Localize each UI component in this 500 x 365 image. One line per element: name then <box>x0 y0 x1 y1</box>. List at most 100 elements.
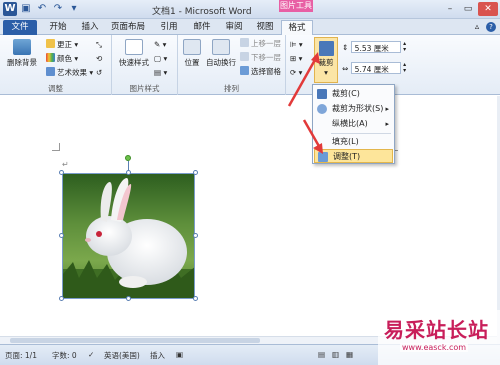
ribbon-minimize-icon[interactable]: ▵ <box>470 20 484 35</box>
close-icon[interactable]: ✕ <box>478 2 498 16</box>
view-print-layout-icon[interactable]: ▤ <box>318 350 325 359</box>
resize-handle[interactable] <box>59 233 64 238</box>
view-web-icon[interactable]: ▦ <box>346 350 353 359</box>
corrections-button[interactable]: 更正 ▾ <box>46 39 78 51</box>
resize-handle[interactable] <box>193 233 198 238</box>
watermark-url: www.easck.com <box>400 343 469 352</box>
picture-styles-group-label: 图片样式 <box>129 84 160 93</box>
redo-icon[interactable]: ↷ <box>52 3 64 15</box>
selection-pane-icon <box>240 66 249 75</box>
word-logo-icon[interactable]: W <box>3 2 17 16</box>
submenu-arrow-icon: ▸ <box>385 105 389 113</box>
language-indicator[interactable]: 英语(美国) <box>104 350 140 361</box>
menu-item-crop-to-shape[interactable]: 裁剪为形状(S) ▸ <box>314 102 393 116</box>
picture-layout-icon[interactable]: ▤ ▾ <box>154 67 167 79</box>
resize-handle[interactable] <box>126 296 131 301</box>
minimize-icon[interactable]: – <box>442 2 458 16</box>
quick-access-toolbar: ▣ ↶ ↷ ▾ <box>20 3 80 15</box>
resize-handle[interactable] <box>59 170 64 175</box>
page-count[interactable]: 页面: 1/1 <box>5 350 37 361</box>
position-button[interactable]: 位置 <box>180 39 204 68</box>
qat-dropdown-icon[interactable]: ▾ <box>68 3 80 15</box>
quick-styles-button[interactable]: 快速样式 <box>118 39 150 68</box>
height-spinner[interactable]: ⇕ 5.53 厘米 ▴ ▾ <box>342 41 406 54</box>
menu-item-fill[interactable]: 填充(L) <box>314 135 393 149</box>
width-stepper-icon[interactable]: ▴ ▾ <box>403 62 406 74</box>
insert-mode[interactable]: 插入 <box>150 350 165 361</box>
tab-insert[interactable]: 插入 <box>76 20 104 35</box>
compress-pictures-icon[interactable]: ⤡ <box>96 39 102 51</box>
rotation-handle[interactable] <box>125 155 131 161</box>
crop-icon <box>318 41 334 56</box>
rabbit-picture[interactable] <box>62 173 195 299</box>
tab-review[interactable]: 审阅 <box>220 20 248 35</box>
width-icon: ⇔ <box>342 64 351 73</box>
fit-icon <box>318 152 328 162</box>
menu-item-crop[interactable]: 裁剪(C) <box>314 87 393 101</box>
adjust-group-label: 调整 <box>48 84 63 93</box>
arrange-group-label: 排列 <box>224 84 239 93</box>
resize-handle[interactable] <box>126 170 131 175</box>
width-input[interactable]: 5.74 厘米 <box>350 62 401 74</box>
menu-item-aspect-ratio[interactable]: 纵横比(A) ▸ <box>314 117 393 131</box>
proofing-icon[interactable]: ✓ <box>88 350 94 359</box>
remove-background-icon <box>13 39 31 55</box>
arrange-group: 位置 自动换行 上移一层 下移一层 选择窗格 排列 <box>178 35 286 95</box>
position-icon <box>183 39 201 55</box>
tab-view[interactable]: 视图 <box>251 20 279 35</box>
color-icon <box>46 53 55 62</box>
remove-background-button[interactable]: 删除背景 <box>4 39 40 68</box>
crop-icon <box>317 89 327 99</box>
tab-home[interactable]: 开始 <box>44 20 72 35</box>
height-input[interactable]: 5.53 厘米 <box>350 41 401 53</box>
group-icon[interactable]: ⊞ ▾ <box>290 53 302 65</box>
tab-file[interactable]: 文件 <box>3 20 37 35</box>
save-icon[interactable]: ▣ <box>20 3 32 15</box>
height-icon: ⇕ <box>342 43 351 52</box>
color-button[interactable]: 颜色 ▾ <box>46 53 78 65</box>
height-stepper-icon[interactable]: ▴ ▾ <box>403 41 406 53</box>
resize-handle[interactable] <box>193 170 198 175</box>
wrap-text-button[interactable]: 自动换行 <box>206 39 236 68</box>
undo-icon[interactable]: ↶ <box>36 3 48 15</box>
bring-forward-button[interactable]: 上移一层 <box>240 38 281 50</box>
watermark-text: 易采站长站 <box>384 318 489 342</box>
ribbon: 删除背景 更正 ▾ 颜色 ▾ 艺术效果 ▾ ⤡ ⟲ ↺ 调整 快速样式 ✎ ▾ … <box>0 35 500 95</box>
send-backward-button[interactable]: 下移一层 <box>240 52 281 64</box>
artistic-effects-button[interactable]: 艺术效果 ▾ <box>46 67 93 79</box>
shape-icon <box>317 104 327 114</box>
reset-picture-icon[interactable]: ↺ <box>96 67 102 79</box>
paragraph-mark: ↵ <box>62 160 69 169</box>
scrollbar-thumb[interactable] <box>10 338 260 343</box>
word-count[interactable]: 字数: 0 <box>52 350 77 361</box>
crop-dropdown-menu: 裁剪(C) 裁剪为形状(S) ▸ 纵横比(A) ▸ 填充(L) 调整(T) <box>312 84 395 164</box>
resize-handle[interactable] <box>59 296 64 301</box>
menu-separator <box>331 133 391 134</box>
tab-references[interactable]: 引用 <box>155 20 183 35</box>
title-bar: W ▣ ↶ ↷ ▾ 文档1 - Microsoft Word 图片工具 – ▭ … <box>0 0 500 19</box>
width-spinner[interactable]: ⇔ 5.74 厘米 ▴ ▾ <box>342 62 406 75</box>
rotate-icon[interactable]: ⟳ ▾ <box>290 67 302 79</box>
send-backward-icon <box>240 52 249 61</box>
tab-format[interactable]: 格式 <box>281 20 313 35</box>
menu-item-fit[interactable]: 调整(T) <box>314 149 393 163</box>
bring-forward-icon <box>240 38 249 47</box>
crop-button[interactable]: 裁剪 ▾ <box>314 37 338 83</box>
window-controls: – ▭ ✕ <box>442 2 498 16</box>
tab-mailings[interactable]: 邮件 <box>188 20 216 35</box>
artistic-effects-icon <box>46 67 55 76</box>
macro-icon[interactable]: ▣ <box>176 350 183 359</box>
view-reading-icon[interactable]: ▥ <box>332 350 339 359</box>
picture-border-icon[interactable]: ✎ ▾ <box>154 39 166 51</box>
help-icon[interactable]: ? <box>486 22 496 32</box>
tab-page-layout[interactable]: 页面布局 <box>108 20 148 35</box>
change-picture-icon[interactable]: ⟲ <box>96 53 102 65</box>
maximize-icon[interactable]: ▭ <box>460 2 476 16</box>
corrections-icon <box>46 39 55 48</box>
submenu-arrow-icon: ▸ <box>385 120 389 128</box>
selection-pane-button[interactable]: 选择窗格 <box>240 66 281 78</box>
wrap-text-icon <box>212 39 230 55</box>
resize-handle[interactable] <box>193 296 198 301</box>
align-icon[interactable]: ⊫ ▾ <box>290 39 303 51</box>
picture-effects-icon[interactable]: ▢ ▾ <box>154 53 167 65</box>
